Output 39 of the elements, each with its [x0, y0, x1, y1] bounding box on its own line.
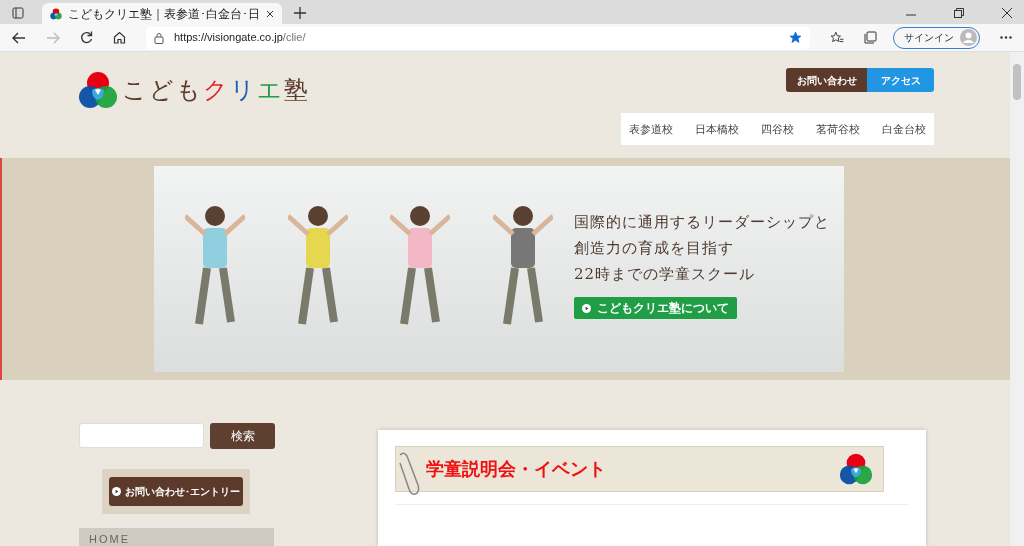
url-text: https://visiongate.co.jp/clie/: [174, 30, 307, 46]
address-bar[interactable]: https://visiongate.co.jp/clie/: [146, 26, 810, 49]
tab-title: こどもクリエ塾｜表参道･白金台･日: [68, 5, 260, 23]
favorite-star-icon[interactable]: [789, 31, 802, 44]
close-window-icon[interactable]: [1002, 8, 1012, 18]
nav-link[interactable]: 茗荷谷校: [805, 120, 871, 138]
paperclip-icon: [396, 451, 422, 495]
contact-button[interactable]: お問い合わせ: [786, 68, 867, 92]
lock-icon: [154, 31, 164, 44]
entry-button[interactable]: お問い合わせ･エントリー: [109, 477, 243, 506]
more-icon[interactable]: [1000, 36, 1012, 39]
refresh-icon[interactable]: [80, 31, 93, 44]
restore-icon[interactable]: [954, 8, 964, 18]
play-icon: [582, 303, 591, 313]
collections-icon[interactable]: [864, 31, 877, 44]
logo-text: こども ク リ エ塾: [122, 75, 310, 105]
browser-tab[interactable]: こどもクリエ塾｜表参道･白金台･日: [42, 3, 282, 24]
play-icon: [112, 487, 121, 496]
logo-icon: [839, 452, 873, 486]
search-field[interactable]: [79, 423, 204, 448]
section-heading: 学童説明会・イベント: [426, 457, 607, 481]
tab-actions-icon[interactable]: [12, 7, 24, 19]
favorites-icon[interactable]: [830, 31, 844, 44]
back-icon[interactable]: [12, 31, 26, 44]
nav-link[interactable]: 日本橋校: [684, 120, 750, 138]
nav-link[interactable]: 四谷校: [750, 120, 805, 138]
close-icon[interactable]: [266, 9, 274, 18]
favicon-icon: [50, 7, 62, 20]
hero-text: 創造力の育成を目指す: [574, 238, 735, 259]
nav-link[interactable]: 白金台校: [871, 120, 937, 138]
avatar-icon: [960, 29, 977, 46]
sidebar-menu-item[interactable]: HOME: [79, 528, 274, 546]
nav-link[interactable]: 表参道校: [618, 120, 684, 138]
search-button[interactable]: 検索: [210, 423, 275, 449]
home-icon[interactable]: [113, 31, 126, 44]
hero-text: 22時までの学童スクール: [574, 264, 757, 285]
hero-text: 国際的に通用するリーダーシップと: [574, 212, 830, 233]
new-tab-icon[interactable]: [294, 7, 306, 19]
logo-icon: [78, 70, 118, 110]
